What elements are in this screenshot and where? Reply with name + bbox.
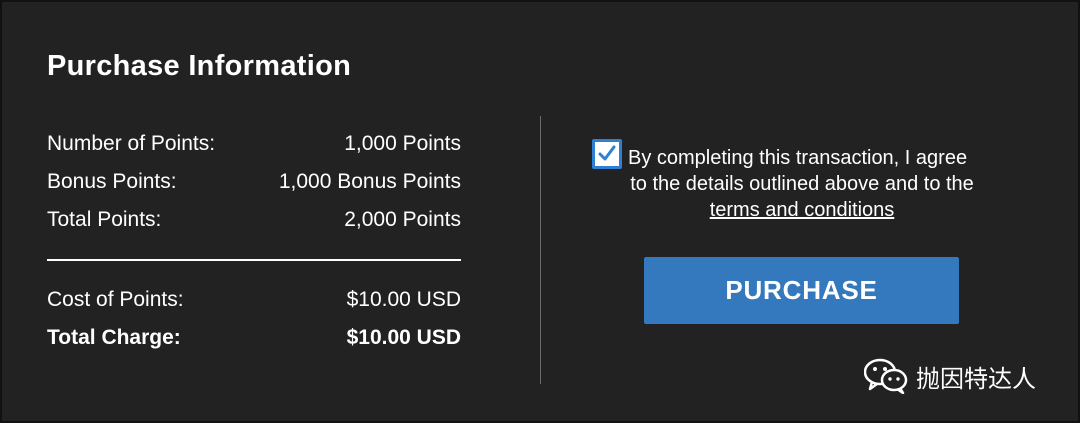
purchase-summary: Number of Points: 1,000 Points Bonus Poi… (47, 128, 461, 360)
wechat-icon (864, 358, 908, 394)
watermark: 抛因特达人 (864, 358, 1036, 394)
summary-label: Cost of Points: (47, 288, 184, 311)
summary-row-bonus-points: Bonus Points: 1,000 Bonus Points (47, 166, 461, 204)
purchase-panel: Purchase Information Number of Points: 1… (0, 0, 1080, 423)
summary-row-number-of-points: Number of Points: 1,000 Points (47, 128, 461, 166)
summary-value: $10.00 USD (346, 326, 461, 349)
summary-value: 2,000 Points (344, 208, 461, 231)
summary-value: 1,000 Bonus Points (278, 170, 461, 193)
summary-row-total-charge: Total Charge: $10.00 USD (47, 322, 461, 360)
terms-and-conditions-link[interactable]: terms and conditions (710, 199, 895, 221)
summary-label: Bonus Points: (47, 170, 177, 193)
summary-row-cost-of-points: Cost of Points: $10.00 USD (47, 284, 461, 322)
column-separator (540, 116, 541, 384)
checkmark-icon (598, 145, 616, 161)
summary-label: Total Points: (47, 208, 162, 231)
agreement-text: By completing this transaction, I agree … (592, 145, 1012, 223)
page-title: Purchase Information (47, 50, 352, 82)
agree-checkbox[interactable] (592, 139, 622, 169)
summary-label: Number of Points: (47, 132, 216, 155)
summary-divider (47, 259, 461, 261)
purchase-button[interactable]: PURCHASE (644, 257, 959, 324)
agreement-line-2: to the details outlined above and to the (630, 173, 974, 195)
summary-value: 1,000 Points (344, 132, 461, 155)
watermark-text: 抛因特达人 (916, 364, 1036, 393)
summary-row-total-points: Total Points: 2,000 Points (47, 204, 461, 242)
summary-label: Total Charge: (47, 326, 181, 349)
summary-value: $10.00 USD (346, 288, 461, 311)
agreement-line-1: By completing this transaction, I agree (628, 147, 968, 169)
